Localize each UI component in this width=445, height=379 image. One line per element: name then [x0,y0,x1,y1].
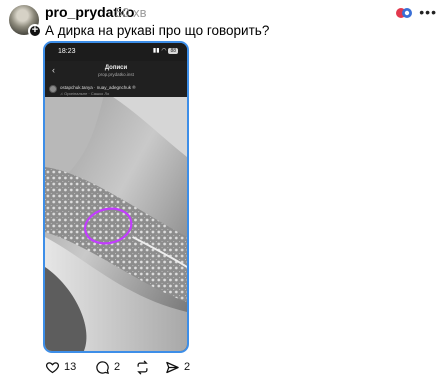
embedded-user-row: ostapchuk.tanya · nuay_adegnchuk ® ♫ Ори… [49,85,187,97]
like-count: 13 [64,361,77,373]
post-actions: 13 2 2 [45,359,245,375]
embedded-screenshot[interactable]: 18:23 ▮▮ ◠ 88 ‹ Допиcи prop.prydatko.inst… [43,41,189,353]
embedded-battery-badge: 88 [168,48,178,54]
post-timestamp: 50 хв [115,5,147,20]
post-text: А дирка на рукаві про що говорить? [45,23,270,38]
comment-icon [96,360,110,374]
share-button[interactable]: 2 [165,359,190,375]
embedded-ig-header: ‹ Допиcи prop.prydatko.inst ostapchuk.ta… [45,61,187,97]
repost-icon [137,360,148,374]
embedded-header-subtitle: prop.prydatko.inst [98,72,134,77]
reaction-badge-icon[interactable] [395,6,413,20]
like-button[interactable]: 13 [45,359,76,375]
embedded-audio-label: ♫ Оригінальне · Сашко Ло [60,91,110,96]
repost-button[interactable] [135,359,154,375]
follow-plus-icon[interactable]: + [28,24,42,38]
more-icon[interactable]: ••• [419,4,437,20]
share-count: 2 [184,361,191,373]
embedded-username: ostapchuk.tanya · nuay_adegnchuk ® [60,85,136,90]
heart-icon [45,361,60,373]
comment-count: 2 [114,361,121,373]
embedded-photo [45,97,187,351]
embedded-status-time: 18:23 [58,48,76,55]
comment-button[interactable]: 2 [95,359,120,375]
send-icon [166,361,179,373]
embedded-status-icons: ▮▮ ◠ 88 [152,48,178,54]
embedded-status-bar: 18:23 ▮▮ ◠ 88 [45,43,187,61]
embedded-header-title: Допиcи [104,65,128,71]
embedded-user-avatar [49,85,57,93]
avatar[interactable]: + [9,5,42,38]
